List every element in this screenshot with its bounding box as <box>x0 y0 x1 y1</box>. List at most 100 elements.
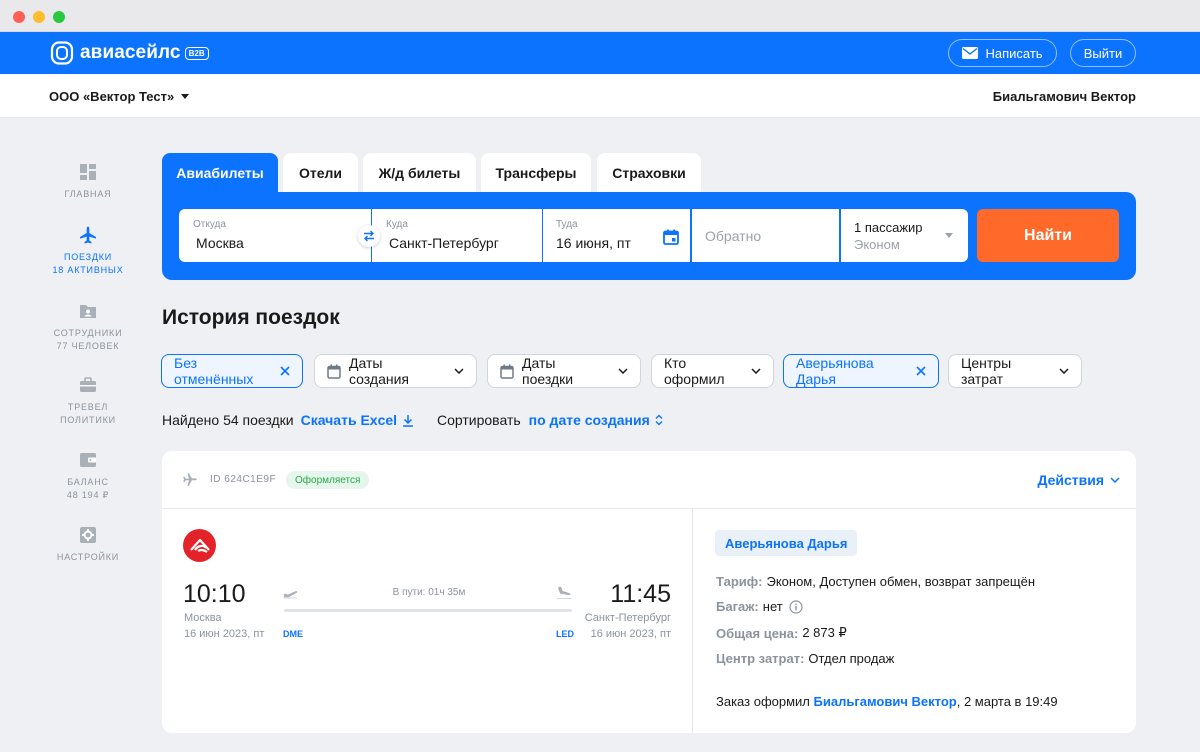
airline-logo <box>183 529 216 562</box>
company-selector[interactable]: ООО «Вектор Тест» <box>49 89 190 104</box>
return-date-placeholder: Обратно <box>705 228 762 244</box>
top-header: авиасейлс B2B Написать Выйти <box>0 32 1200 74</box>
window-close-button[interactable] <box>13 11 25 23</box>
swap-cities-button[interactable] <box>358 225 380 247</box>
origin-value: Москва <box>196 235 244 251</box>
filter-no-cancelled[interactable]: Без отменённых <box>161 354 303 388</box>
cabin-class: Эконом <box>854 237 900 252</box>
departure-date-field[interactable]: Туда 16 июня, пт <box>543 209 690 262</box>
find-button[interactable]: Найти <box>977 209 1119 262</box>
baggage-label: Багаж: <box>716 599 759 614</box>
sort-value[interactable]: по дате создания <box>529 412 650 428</box>
filter-label: Аверьянова Дарья <box>796 355 874 387</box>
tab-insurance[interactable]: Страховки <box>597 153 701 192</box>
sidebar-item-settings[interactable]: НАСТРОЙКИ <box>40 525 136 564</box>
destination-value: Санкт-Петербург <box>389 235 499 251</box>
passenger-chip[interactable]: Аверьянова Дарья <box>715 530 858 556</box>
destination-field[interactable]: Куда Санкт-Петербург <box>372 209 542 262</box>
sidebar-item-sublabel: 48 194 ₽ <box>66 490 110 500</box>
price-value: 2 873 ₽ <box>802 625 847 640</box>
order-author-link[interactable]: Биальгамович Вектор <box>814 694 957 709</box>
sidebar-item-label: СОТРУДНИКИ <box>53 328 123 338</box>
arrival-city: Санкт-Петербург <box>584 612 671 624</box>
actions-dropdown[interactable]: Действия <box>1037 472 1120 488</box>
card-divider <box>692 509 693 733</box>
tab-flights[interactable]: Авиабилеты <box>162 153 278 192</box>
sort-arrows-icon[interactable] <box>655 414 663 426</box>
origin-caption: Откуда <box>193 219 226 230</box>
departure-airport-code: DME <box>283 629 303 639</box>
order-prefix: Заказ оформил <box>716 694 810 709</box>
route-line <box>284 609 572 612</box>
filter-who-booked[interactable]: Кто оформил <box>651 354 774 388</box>
sidebar-item-trips[interactable]: ПОЕЗДКИ 18 АКТИВНЫХ <box>40 225 136 277</box>
tab-trains[interactable]: Ж/д билеты <box>363 153 476 192</box>
filter-label: Кто оформил <box>664 355 725 387</box>
download-excel-link[interactable]: Скачать Excel <box>301 412 397 428</box>
settings-icon <box>80 527 96 543</box>
price-label: Общая цена: <box>716 625 799 641</box>
write-button[interactable]: Написать <box>948 39 1057 67</box>
logo-icon <box>50 41 74 65</box>
window-minimize-button[interactable] <box>33 11 45 23</box>
envelope-icon <box>962 47 979 59</box>
tariff-row: Тариф: Эконом, Доступен обмен, возврат з… <box>716 574 1035 589</box>
tab-transfers[interactable]: Трансферы <box>481 153 591 192</box>
filter-person[interactable]: Аверьянова Дарья <box>783 354 939 388</box>
sidebar-item-home[interactable]: ГЛАВНАЯ <box>40 162 136 201</box>
logo-badge: B2B <box>184 46 209 60</box>
passengers-selector[interactable]: 1 пассажир Эконом <box>841 209 968 262</box>
arrival-date: 16 июн 2023, пт <box>590 628 671 640</box>
wallet-icon <box>80 453 96 467</box>
trip-card: ID 624C1E9F Оформляется Действия 10:10 М… <box>162 451 1136 733</box>
order-info: Заказ оформил Биальгамович Вектор, 2 мар… <box>716 694 1058 709</box>
close-icon[interactable] <box>916 366 926 376</box>
sidebar-item-travel-policies[interactable]: ТРЕВЕЛ ПОЛИТИКИ <box>40 375 136 427</box>
exit-button[interactable]: Выйти <box>1070 39 1136 67</box>
filter-label: Без отменённых <box>174 355 254 387</box>
filter-created-dates[interactable]: Даты создания <box>314 354 477 388</box>
sidebar-item-sublabel: 18 АКТИВНЫХ <box>52 265 124 275</box>
exit-label: Выйти <box>1083 45 1123 61</box>
aviasales-logo[interactable]: авиасейлс B2B <box>50 40 209 66</box>
filter-cost-centers[interactable]: Центры затрат <box>948 354 1082 388</box>
employees-folder-icon <box>80 305 96 318</box>
arrival-time: 11:45 <box>610 580 671 608</box>
order-suffix: , 2 марта в 19:49 <box>956 694 1058 709</box>
departure-city: Москва <box>184 612 222 624</box>
departure-date: 16 июн 2023, пт <box>184 628 265 640</box>
close-icon[interactable] <box>280 366 290 376</box>
chevron-down-icon <box>751 368 761 374</box>
return-date-field[interactable]: Обратно <box>692 209 839 262</box>
tariff-value: Эконом, Доступен обмен, возврат запрещён <box>766 574 1036 589</box>
calendar-icon <box>327 364 341 379</box>
window-titlebar <box>0 0 1200 32</box>
page-title: История поездок <box>162 306 340 329</box>
cost-center-value: Отдел продаж <box>808 651 895 666</box>
results-summary: Найдено 54 поездки Скачать Excel <box>162 412 414 428</box>
origin-field[interactable]: Откуда Москва <box>179 209 371 262</box>
sidebar-item-label: ГЛАВНАЯ <box>64 189 112 199</box>
cost-center-label: Центр затрат: <box>716 651 805 666</box>
download-icon[interactable] <box>402 414 414 427</box>
info-icon[interactable] <box>789 599 803 614</box>
sidebar-item-employees[interactable]: СОТРУДНИКИ 77 ЧЕЛОВЕК <box>40 301 136 353</box>
arrival-airport-code: LED <box>556 629 574 639</box>
filter-trip-dates[interactable]: Даты поездки <box>487 354 641 388</box>
actions-label: Действия <box>1037 472 1104 488</box>
user-name[interactable]: Биальгамович Вектор <box>993 89 1136 104</box>
sidebar-item-label: ТРЕВЕЛ <box>67 402 109 412</box>
status-badge: Оформляется <box>286 471 370 489</box>
window-maximize-button[interactable] <box>53 11 65 23</box>
caret-down-icon <box>181 94 190 99</box>
flight-search-panel: Откуда Москва Куда Санкт-Петербург Туда … <box>162 192 1136 280</box>
price-row: Общая цена: 2 873 ₽ <box>716 625 847 641</box>
airline-logo-icon <box>189 538 210 553</box>
sidebar-item-sublabel: ПОЛИТИКИ <box>60 415 116 425</box>
sidebar-item-balance[interactable]: БАЛАНС 48 194 ₽ <box>40 450 136 502</box>
chevron-down-icon <box>1059 368 1069 374</box>
filter-label: Даты создания <box>349 355 409 387</box>
tab-hotels[interactable]: Отели <box>283 153 358 192</box>
calendar-icon[interactable] <box>663 229 679 245</box>
chevron-down-icon <box>454 368 464 374</box>
